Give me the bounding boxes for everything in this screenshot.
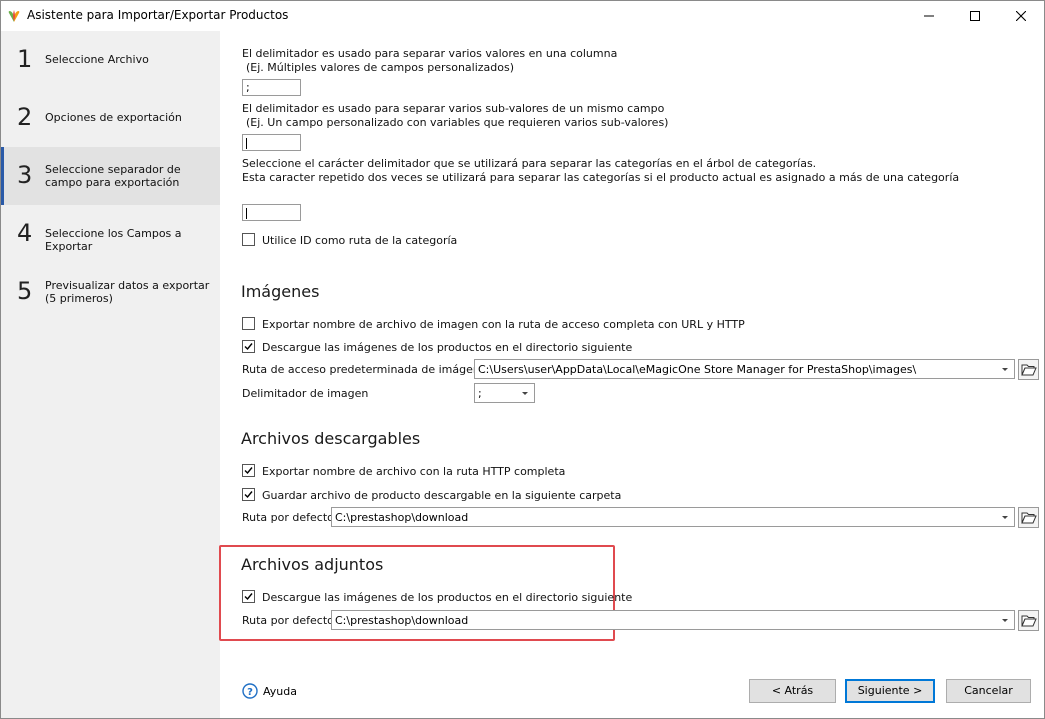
step-number: 1 — [17, 45, 33, 73]
chevron-down-icon[interactable] — [999, 511, 1011, 523]
maximize-button[interactable] — [952, 1, 998, 31]
chevron-down-icon[interactable] — [999, 363, 1011, 375]
download-images-checkbox[interactable] — [242, 340, 255, 353]
multi-value-delimiter-input[interactable]: ; — [242, 79, 301, 96]
attachments-browse-folder-button[interactable] — [1018, 610, 1039, 631]
attachments-heading: Archivos adjuntos — [241, 555, 384, 574]
checkmark-icon — [244, 593, 253, 601]
title-bar: Asistente para Importar/Exportar Product… — [1, 1, 1044, 31]
save-downloadable-label: Guardar archivo de producto descargable … — [262, 489, 622, 502]
sub-value-example: (Ej. Un campo personalizado con variable… — [246, 116, 669, 129]
images-heading: Imágenes — [241, 282, 320, 301]
image-default-path-value: C:\Users\user\AppData\Local\eMagicOne St… — [478, 363, 917, 376]
image-default-path-combo[interactable]: C:\Users\user\AppData\Local\eMagicOne St… — [474, 359, 1015, 379]
step-label: Seleccione los Campos a Exportar — [45, 227, 182, 253]
sub-value-delimiter-input[interactable] — [242, 134, 301, 151]
downloadables-heading: Archivos descargables — [241, 429, 421, 448]
minimize-icon — [924, 15, 934, 17]
folder-open-icon — [1021, 615, 1037, 627]
sub-value-desc: El delimitador es usado para separar var… — [242, 102, 665, 115]
image-default-path-label: Ruta de acceso predeterminada de imágene… — [242, 363, 493, 376]
window-title: Asistente para Importar/Exportar Product… — [27, 8, 289, 22]
chevron-down-icon[interactable] — [999, 614, 1011, 626]
checkmark-icon — [244, 491, 253, 499]
export-image-full-path-label: Exportar nombre de archivo de imagen con… — [262, 318, 745, 331]
step-export-options[interactable]: 2 Opciones de exportación — [1, 89, 220, 147]
attachments-default-path-combo[interactable]: C:\prestashop\download — [331, 610, 1015, 630]
attachments-default-path-label: Ruta por defecto — [242, 614, 334, 627]
step-number: 5 — [17, 277, 33, 305]
step-label: Seleccione Archivo — [45, 53, 149, 66]
use-id-label: Utilice ID como ruta de la categoría — [262, 234, 458, 247]
step-label: Seleccione separador de campo para expor… — [45, 163, 181, 189]
downloadables-default-path-label: Ruta por defecto — [242, 511, 334, 524]
save-downloadable-checkbox[interactable] — [242, 488, 255, 501]
step-select-file[interactable]: 1 Seleccione Archivo — [1, 31, 220, 89]
attachments-default-path-value: C:\prestashop\download — [335, 614, 469, 627]
multi-value-desc: El delimitador es usado para separar var… — [242, 47, 618, 60]
image-browse-folder-button[interactable] — [1018, 359, 1039, 380]
category-desc-2: Esta caracter repetido dos veces se util… — [242, 171, 960, 184]
attachments-download-label: Descargue las imágenes de los productos … — [262, 591, 633, 604]
help-circle-icon: ? — [242, 683, 258, 699]
checkmark-icon — [244, 467, 253, 475]
image-delimiter-label: Delimitador de imagen — [242, 387, 369, 400]
close-icon — [1016, 11, 1026, 21]
export-http-path-label: Exportar nombre de archivo con la ruta H… — [262, 465, 566, 478]
step-number: 4 — [17, 219, 33, 247]
wizard-window: Asistente para Importar/Exportar Product… — [0, 0, 1045, 719]
wizard-content: El delimitador es usado para separar var… — [219, 31, 1044, 718]
downloadables-browse-folder-button[interactable] — [1018, 507, 1039, 528]
download-images-label: Descargue las imágenes de los productos … — [262, 341, 633, 354]
wizard-steps-sidebar: 1 Seleccione Archivo 2 Opciones de expor… — [1, 31, 220, 718]
close-button[interactable] — [998, 1, 1044, 31]
maximize-icon — [970, 11, 980, 21]
category-delimiter-input[interactable] — [242, 204, 301, 221]
downloadables-default-path-value: C:\prestashop\download — [335, 511, 469, 524]
next-button[interactable]: Siguiente > — [845, 679, 935, 703]
image-delimiter-value: ; — [478, 387, 482, 400]
text-caret — [246, 137, 247, 149]
chevron-down-icon[interactable] — [519, 387, 531, 399]
help-label: Ayuda — [263, 685, 297, 698]
text-caret — [246, 207, 247, 219]
multi-value-example: (Ej. Múltiples valores de campos persona… — [246, 61, 515, 74]
back-button[interactable]: < Atrás — [749, 679, 836, 703]
folder-open-icon — [1021, 512, 1037, 524]
folder-open-icon — [1021, 364, 1037, 376]
step-number: 3 — [17, 161, 33, 189]
use-id-checkbox[interactable] — [242, 233, 255, 246]
image-delimiter-combo[interactable]: ; — [474, 383, 535, 403]
minimize-button[interactable] — [906, 1, 952, 31]
step-label: Opciones de exportación — [45, 111, 182, 124]
category-desc: Seleccione el carácter delimitador que s… — [242, 157, 817, 170]
attachments-download-checkbox[interactable] — [242, 590, 255, 603]
export-http-path-checkbox[interactable] — [242, 464, 255, 477]
multi-value-delimiter-value: ; — [246, 81, 250, 94]
step-preview[interactable]: 5 Previsualizar datos a exportar (5 prim… — [1, 263, 220, 321]
cancel-button[interactable]: Cancelar — [946, 679, 1031, 703]
downloadables-default-path-combo[interactable]: C:\prestashop\download — [331, 507, 1015, 527]
export-image-full-path-checkbox[interactable] — [242, 317, 255, 330]
step-select-separator[interactable]: 3 Seleccione separador de campo para exp… — [1, 147, 220, 205]
checkmark-icon — [244, 343, 253, 351]
step-number: 2 — [17, 103, 33, 131]
app-logo-icon — [8, 10, 20, 22]
svg-text:?: ? — [247, 687, 253, 698]
step-label: Previsualizar datos a exportar (5 primer… — [45, 279, 210, 305]
step-select-fields[interactable]: 4 Seleccione los Campos a Exportar — [1, 205, 220, 263]
